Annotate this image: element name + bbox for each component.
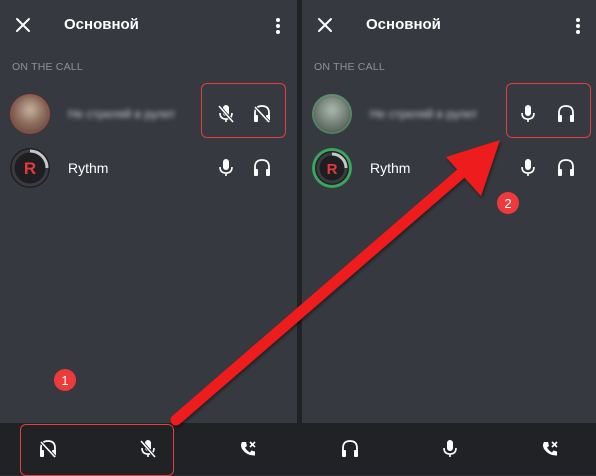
more-vertical-icon[interactable] xyxy=(573,15,583,37)
svg-text:R: R xyxy=(327,161,338,178)
headphones-icon[interactable] xyxy=(250,156,274,180)
member-name: Rythm xyxy=(370,160,411,176)
svg-text:R: R xyxy=(24,159,36,178)
header: Основной xyxy=(0,0,297,52)
right-call-panel: Основной ON THE CALL Не стреляй в рулет xyxy=(302,0,596,475)
mic-icon[interactable] xyxy=(214,156,238,180)
channel-title: Основной xyxy=(64,16,139,33)
mic-icon[interactable] xyxy=(438,437,462,461)
step-badge: 1 xyxy=(54,369,76,391)
section-label: ON THE CALL xyxy=(314,61,385,73)
close-icon[interactable] xyxy=(12,14,34,36)
more-vertical-icon[interactable] xyxy=(273,15,283,37)
rythm-bot-avatar: R xyxy=(312,148,352,188)
user-avatar xyxy=(10,94,50,134)
member-name: Не стреляй в рулет xyxy=(68,107,176,121)
end-call-icon[interactable] xyxy=(538,437,562,461)
rythm-bot-avatar: R xyxy=(10,148,50,188)
end-call-icon[interactable] xyxy=(236,437,260,461)
member-row[interactable]: R Rythm xyxy=(302,141,596,195)
member-name: Не стреляй в рулет xyxy=(370,107,478,121)
channel-title: Основной xyxy=(366,16,441,33)
user-avatar xyxy=(312,94,352,134)
highlight-box xyxy=(20,424,174,476)
member-row[interactable]: R Rythm xyxy=(0,141,297,195)
close-icon[interactable] xyxy=(314,14,336,36)
header: Основной xyxy=(302,0,596,52)
member-name: Rythm xyxy=(68,160,109,176)
headphones-icon[interactable] xyxy=(554,156,578,180)
left-call-panel: Основной ON THE CALL Не стреляй в рулет xyxy=(0,0,297,476)
section-label: ON THE CALL xyxy=(12,61,83,73)
bottom-bar xyxy=(302,423,596,475)
highlight-box xyxy=(506,83,591,138)
highlight-box xyxy=(201,83,286,138)
step-badge: 2 xyxy=(497,192,519,214)
headphones-icon[interactable] xyxy=(338,437,362,461)
mic-icon[interactable] xyxy=(516,156,540,180)
